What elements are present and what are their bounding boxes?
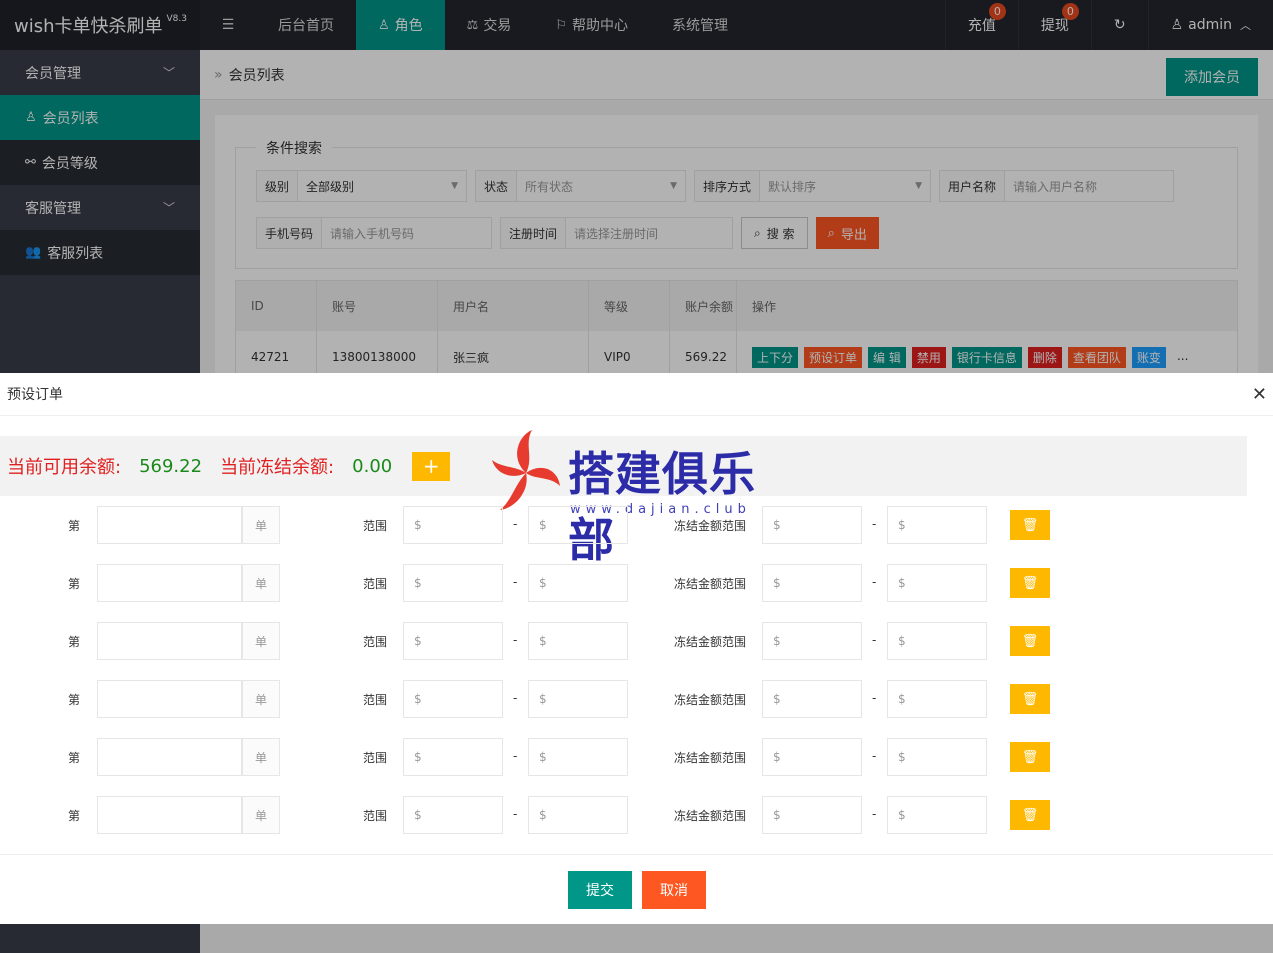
trash-icon: 🗑: [1021, 807, 1039, 823]
frozen-max-input[interactable]: $: [887, 506, 987, 544]
modal-title: 预设订单: [0, 373, 1273, 416]
order-index-input[interactable]: [97, 680, 242, 718]
frozen-min-input[interactable]: $: [762, 622, 862, 660]
trash-icon: 🗑: [1021, 575, 1039, 591]
add-row-button[interactable]: +: [412, 451, 451, 481]
range-min-input[interactable]: $: [403, 564, 503, 602]
preset-order-modal: 预设订单 ✕ 当前可用余额: 569.22 当前冻结余额: 0.00 + 搭建俱…: [0, 373, 1273, 924]
order-row: 第 单 范围 $ - $ 冻结金额范围 $ - $ 🗑: [0, 738, 1273, 776]
close-icon[interactable]: ✕: [1252, 384, 1267, 405]
frozen-min-input[interactable]: $: [762, 564, 862, 602]
range-max-input[interactable]: $: [528, 796, 628, 834]
delete-row-button[interactable]: 🗑: [1010, 626, 1050, 656]
frozen-min-input[interactable]: $: [762, 738, 862, 776]
frozen-max-input[interactable]: $: [887, 622, 987, 660]
frozen-label: 当前冻结余额:: [220, 457, 335, 478]
range-min-input[interactable]: $: [403, 506, 503, 544]
order-index-input[interactable]: [97, 506, 242, 544]
order-index-input[interactable]: [97, 796, 242, 834]
delete-row-button[interactable]: 🗑: [1010, 510, 1050, 540]
trash-icon: 🗑: [1021, 749, 1039, 765]
range-max-input[interactable]: $: [528, 564, 628, 602]
frozen-max-input[interactable]: $: [887, 738, 987, 776]
range-min-input[interactable]: $: [403, 622, 503, 660]
range-max-input[interactable]: $: [528, 506, 628, 544]
order-index-input[interactable]: [97, 564, 242, 602]
range-min-input[interactable]: $: [403, 680, 503, 718]
pinwheel-logo-icon: [492, 430, 560, 510]
trash-icon: 🗑: [1021, 517, 1039, 533]
order-row: 第 单 范围 $ - $ 冻结金额范围 $ - $ 🗑: [0, 796, 1273, 834]
trash-icon: 🗑: [1021, 633, 1039, 649]
delete-row-button[interactable]: 🗑: [1010, 684, 1050, 714]
order-index-input[interactable]: [97, 622, 242, 660]
range-min-input[interactable]: $: [403, 796, 503, 834]
range-max-input[interactable]: $: [528, 738, 628, 776]
modal-footer: 提交 取消: [0, 854, 1273, 924]
range-max-input[interactable]: $: [528, 680, 628, 718]
available-value: 569.22: [139, 455, 203, 477]
range-min-input[interactable]: $: [403, 738, 503, 776]
frozen-value: 0.00: [352, 455, 393, 477]
delete-row-button[interactable]: 🗑: [1010, 568, 1050, 598]
frozen-min-input[interactable]: $: [762, 796, 862, 834]
frozen-max-input[interactable]: $: [887, 796, 987, 834]
order-index-input[interactable]: [97, 738, 242, 776]
available-label: 当前可用余额:: [7, 457, 122, 478]
order-row: 第 单 范围 $ - $ 冻结金额范围 $ - $ 🗑: [0, 564, 1273, 602]
order-row: 第 单 范围 $ - $ 冻结金额范围 $ - $ 🗑: [0, 622, 1273, 660]
submit-button[interactable]: 提交: [568, 871, 632, 909]
frozen-max-input[interactable]: $: [887, 680, 987, 718]
order-row: 第 单 范围 $ - $ 冻结金额范围 $ - $ 🗑: [0, 680, 1273, 718]
frozen-max-input[interactable]: $: [887, 564, 987, 602]
range-max-input[interactable]: $: [528, 622, 628, 660]
order-row: 第 单 范围 $ - $ 冻结金额范围 $ - $ 🗑: [0, 506, 1273, 544]
trash-icon: 🗑: [1021, 691, 1039, 707]
frozen-min-input[interactable]: $: [762, 506, 862, 544]
frozen-min-input[interactable]: $: [762, 680, 862, 718]
delete-row-button[interactable]: 🗑: [1010, 800, 1050, 830]
cancel-button[interactable]: 取消: [642, 871, 706, 909]
delete-row-button[interactable]: 🗑: [1010, 742, 1050, 772]
